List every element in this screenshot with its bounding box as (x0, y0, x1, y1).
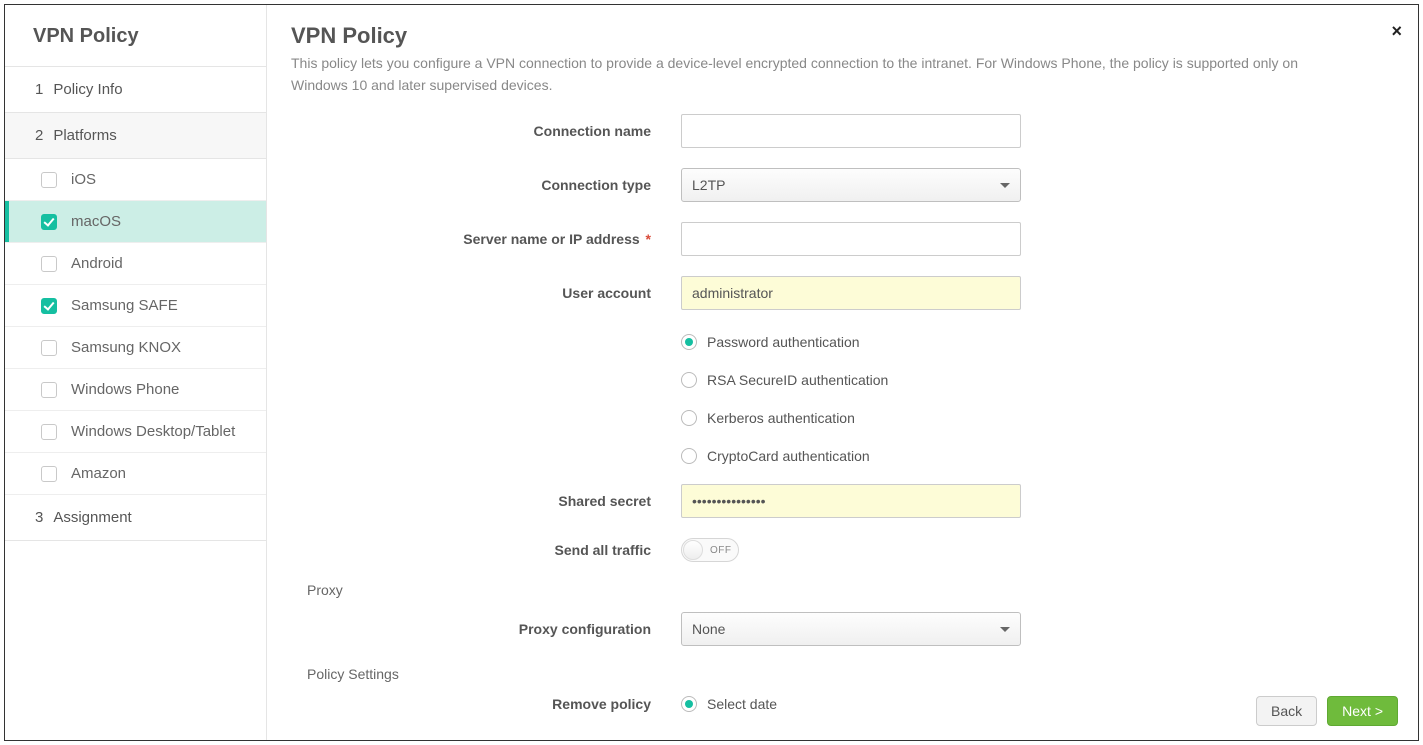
label-server-name: Server name or IP address * (291, 231, 681, 247)
sidebar-step-policy-info[interactable]: 1 Policy Info (5, 67, 266, 113)
platform-windows-phone[interactable]: Windows Phone (5, 369, 266, 411)
radio-label: Select date (707, 696, 777, 712)
step-number: 3 (35, 509, 43, 526)
label-shared-secret: Shared secret (291, 493, 681, 509)
platform-ios[interactable]: iOS (5, 159, 266, 201)
auth-radio-group: Password authentication RSA SecureID aut… (681, 330, 1021, 464)
close-icon[interactable]: × (1391, 21, 1402, 42)
radio-label: Password authentication (707, 334, 860, 350)
select-value: L2TP (692, 177, 725, 193)
platform-list: iOS macOS Android Samsung SAFE Samsung K… (5, 159, 266, 495)
connection-type-select[interactable]: L2TP (681, 168, 1021, 202)
platform-label: Amazon (71, 465, 126, 482)
shared-secret-input[interactable] (681, 484, 1021, 518)
required-indicator: * (644, 231, 651, 247)
checkbox-icon[interactable] (41, 298, 57, 314)
platform-label: Samsung SAFE (71, 297, 178, 314)
radio-icon (681, 410, 697, 426)
radio-icon (681, 696, 697, 712)
platform-label: macOS (71, 213, 121, 230)
radio-icon (681, 334, 697, 350)
page-description: This policy lets you configure a VPN con… (291, 53, 1351, 96)
platform-label: Windows Desktop/Tablet (71, 423, 235, 440)
checkbox-icon[interactable] (41, 256, 57, 272)
toggle-label: OFF (710, 545, 732, 556)
user-account-input[interactable] (681, 276, 1021, 310)
platform-windows-desktop-tablet[interactable]: Windows Desktop/Tablet (5, 411, 266, 453)
label-user-account: User account (291, 285, 681, 301)
main-panel: × VPN Policy This policy lets you config… (267, 5, 1418, 740)
caret-down-icon (1000, 183, 1010, 188)
sidebar-step-platforms[interactable]: 2 Platforms (5, 113, 266, 159)
label-remove-policy: Remove policy (291, 696, 681, 712)
platform-android[interactable]: Android (5, 243, 266, 285)
next-button[interactable]: Next > (1327, 696, 1398, 726)
page-title: VPN Policy (291, 23, 1394, 49)
platform-label: Samsung KNOX (71, 339, 181, 356)
vpn-form: Connection name Connection type L2TP Ser… (291, 114, 1394, 712)
checkbox-icon[interactable] (41, 424, 57, 440)
radio-label: CryptoCard authentication (707, 448, 870, 464)
step-label: Platforms (53, 127, 116, 144)
section-proxy: Proxy (307, 582, 1394, 598)
platform-samsung-knox[interactable]: Samsung KNOX (5, 327, 266, 369)
platform-label: Windows Phone (71, 381, 179, 398)
radio-select-date[interactable]: Select date (681, 696, 1021, 712)
section-policy-settings: Policy Settings (307, 666, 1394, 682)
platform-macos[interactable]: macOS (5, 201, 266, 243)
label-proxy-configuration: Proxy configuration (291, 621, 681, 637)
connection-name-input[interactable] (681, 114, 1021, 148)
platform-amazon[interactable]: Amazon (5, 453, 266, 495)
checkbox-icon[interactable] (41, 382, 57, 398)
step-number: 2 (35, 127, 43, 144)
radio-password-auth[interactable]: Password authentication (681, 334, 1021, 350)
label-send-all-traffic: Send all traffic (291, 542, 681, 558)
checkbox-icon[interactable] (41, 214, 57, 230)
step-number: 1 (35, 81, 43, 98)
server-name-input[interactable] (681, 222, 1021, 256)
send-all-traffic-toggle[interactable]: OFF (681, 538, 739, 562)
step-label: Assignment (53, 509, 131, 526)
sidebar: VPN Policy 1 Policy Info 2 Platforms iOS… (5, 5, 267, 740)
proxy-configuration-select[interactable]: None (681, 612, 1021, 646)
platform-label: Android (71, 255, 123, 272)
platform-samsung-safe[interactable]: Samsung SAFE (5, 285, 266, 327)
platform-label: iOS (71, 171, 96, 188)
radio-icon (681, 372, 697, 388)
label-connection-name: Connection name (291, 123, 681, 139)
checkbox-icon[interactable] (41, 340, 57, 356)
checkbox-icon[interactable] (41, 172, 57, 188)
radio-cryptocard-auth[interactable]: CryptoCard authentication (681, 448, 1021, 464)
label-connection-type: Connection type (291, 177, 681, 193)
radio-kerberos-auth[interactable]: Kerberos authentication (681, 410, 1021, 426)
footer-buttons: Back Next > (1256, 696, 1398, 726)
radio-label: Kerberos authentication (707, 410, 855, 426)
sidebar-title: VPN Policy (5, 5, 266, 67)
step-label: Policy Info (53, 81, 122, 98)
caret-down-icon (1000, 627, 1010, 632)
radio-label: RSA SecureID authentication (707, 372, 888, 388)
select-value: None (692, 621, 725, 637)
sidebar-step-assignment[interactable]: 3 Assignment (5, 495, 266, 541)
checkbox-icon[interactable] (41, 466, 57, 482)
radio-icon (681, 448, 697, 464)
radio-rsa-auth[interactable]: RSA SecureID authentication (681, 372, 1021, 388)
back-button[interactable]: Back (1256, 696, 1317, 726)
toggle-knob-icon (683, 540, 703, 560)
